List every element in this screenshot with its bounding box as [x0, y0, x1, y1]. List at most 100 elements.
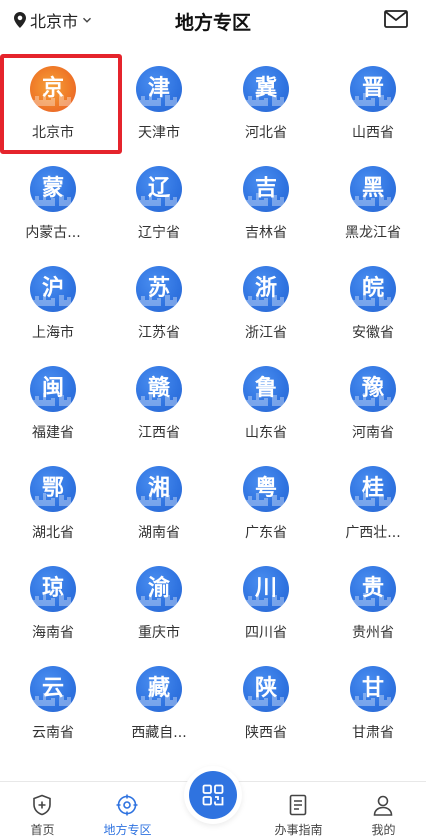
region-name: 内蒙古...: [25, 225, 81, 241]
region-emblem-icon: 桂: [350, 466, 396, 512]
region-emblem-icon: 黑: [350, 166, 396, 212]
region-name: 云南省: [32, 725, 74, 741]
region-emblem-icon: 琼: [30, 566, 76, 612]
region-emblem-icon: 云: [30, 666, 76, 712]
region-emblem-icon: 赣: [136, 366, 182, 412]
region-item[interactable]: 渝重庆市: [106, 558, 212, 658]
region-emblem-icon: 渝: [136, 566, 182, 612]
region-item[interactable]: 黑黑龙江省: [320, 158, 426, 258]
region-emblem-icon: 甘: [350, 666, 396, 712]
region-emblem-icon: 皖: [350, 266, 396, 312]
region-emblem-icon: 闽: [30, 366, 76, 412]
region-item[interactable]: 吉吉林省: [213, 158, 319, 258]
region-name: 吉林省: [245, 225, 287, 241]
region-emblem-icon: 浙: [243, 266, 289, 312]
region-item[interactable]: 川四川省: [213, 558, 319, 658]
region-item[interactable]: 豫河南省: [320, 358, 426, 458]
region-glyph: 渝: [147, 576, 170, 601]
region-name: 江西省: [138, 425, 180, 441]
region-emblem-icon: 吉: [243, 166, 289, 212]
region-glyph: 琼: [41, 576, 64, 601]
tab-guide-label: 办事指南: [274, 823, 323, 837]
qr-scan-icon: [202, 784, 224, 806]
target-icon: [116, 794, 138, 816]
region-name: 海南省: [32, 625, 74, 641]
region-item[interactable]: 桂广西壮...: [320, 458, 426, 558]
region-item[interactable]: 津天津市: [106, 58, 212, 158]
region-glyph: 藏: [147, 676, 170, 701]
region-item[interactable]: 陕陕西省: [213, 658, 319, 758]
scan-button[interactable]: [189, 771, 237, 819]
top-bar: 北京市 地方专区: [0, 0, 426, 44]
tab-mine[interactable]: 我的: [341, 782, 426, 839]
region-name: 湖南省: [138, 525, 180, 541]
tab-home[interactable]: 首页: [0, 782, 85, 839]
tab-local[interactable]: 地方专区: [85, 782, 170, 839]
region-glyph: 云: [41, 676, 64, 701]
region-emblem-icon: 辽: [136, 166, 182, 212]
region-emblem-icon: 津: [136, 66, 182, 112]
region-glyph: 冀: [254, 76, 277, 101]
region-item[interactable]: 甘甘肃省: [320, 658, 426, 758]
region-glyph: 鲁: [254, 376, 277, 401]
region-name: 四川省: [245, 625, 287, 641]
shield-plus-icon: [33, 794, 51, 816]
region-glyph: 陕: [254, 676, 277, 701]
region-name: 重庆市: [138, 625, 180, 641]
region-item[interactable]: 鄂湖北省: [0, 458, 106, 558]
region-glyph: 浙: [254, 276, 277, 301]
region-emblem-icon: 苏: [136, 266, 182, 312]
region-name: 江苏省: [138, 325, 180, 341]
region-glyph: 贵: [361, 576, 384, 601]
region-item[interactable]: 琼海南省: [0, 558, 106, 658]
region-glyph: 粤: [254, 476, 277, 501]
region-item[interactable]: 云云南省: [0, 658, 106, 758]
region-glyph: 吉: [254, 176, 277, 201]
region-item[interactable]: 晋山西省: [320, 58, 426, 158]
selection-highlight: [0, 54, 122, 154]
region-name: 河南省: [352, 425, 394, 441]
region-item[interactable]: 粤广东省: [213, 458, 319, 558]
region-name: 山东省: [245, 425, 287, 441]
region-emblem-icon: 冀: [243, 66, 289, 112]
region-item[interactable]: 藏西藏自...: [106, 658, 212, 758]
region-emblem-icon: 贵: [350, 566, 396, 612]
region-glyph: 晋: [361, 76, 384, 101]
region-emblem-icon: 粤: [243, 466, 289, 512]
region-glyph: 苏: [147, 276, 170, 301]
region-item[interactable]: 皖安徽省: [320, 258, 426, 358]
region-glyph: 黑: [361, 176, 384, 201]
mail-icon[interactable]: [384, 10, 408, 28]
region-item[interactable]: 赣江西省: [106, 358, 212, 458]
region-emblem-icon: 晋: [350, 66, 396, 112]
tab-guide[interactable]: 办事指南: [256, 782, 341, 839]
region-glyph: 蒙: [41, 176, 64, 201]
region-item[interactable]: 浙浙江省: [213, 258, 319, 358]
region-item[interactable]: 湘湖南省: [106, 458, 212, 558]
page-title: 地方专区: [174, 12, 251, 34]
region-item[interactable]: 鲁山东省: [213, 358, 319, 458]
region-glyph: 闽: [41, 376, 64, 401]
region-glyph: 桂: [361, 476, 384, 501]
region-emblem-icon: 豫: [350, 366, 396, 412]
region-item[interactable]: 冀河北省: [213, 58, 319, 158]
tab-home-label: 首页: [30, 823, 55, 837]
region-item[interactable]: 沪上海市: [0, 258, 106, 358]
region-emblem-icon: 沪: [30, 266, 76, 312]
region-item[interactable]: 苏江苏省: [106, 258, 212, 358]
region-item[interactable]: 闽福建省: [0, 358, 106, 458]
region-name: 浙江省: [245, 325, 287, 341]
region-item[interactable]: 蒙内蒙古...: [0, 158, 106, 258]
region-name: 甘肃省: [352, 725, 394, 741]
region-glyph: 赣: [147, 376, 170, 401]
region-emblem-icon: 蒙: [30, 166, 76, 212]
tab-mine-label: 我的: [371, 823, 396, 837]
region-name: 河北省: [245, 125, 287, 141]
region-name: 福建省: [32, 425, 74, 441]
region-name: 上海市: [32, 325, 74, 341]
region-name: 广西壮...: [345, 525, 401, 541]
region-item[interactable]: 贵贵州省: [320, 558, 426, 658]
region-name: 湖北省: [32, 525, 74, 541]
region-item[interactable]: 辽辽宁省: [106, 158, 212, 258]
region-glyph: 川: [254, 576, 277, 601]
